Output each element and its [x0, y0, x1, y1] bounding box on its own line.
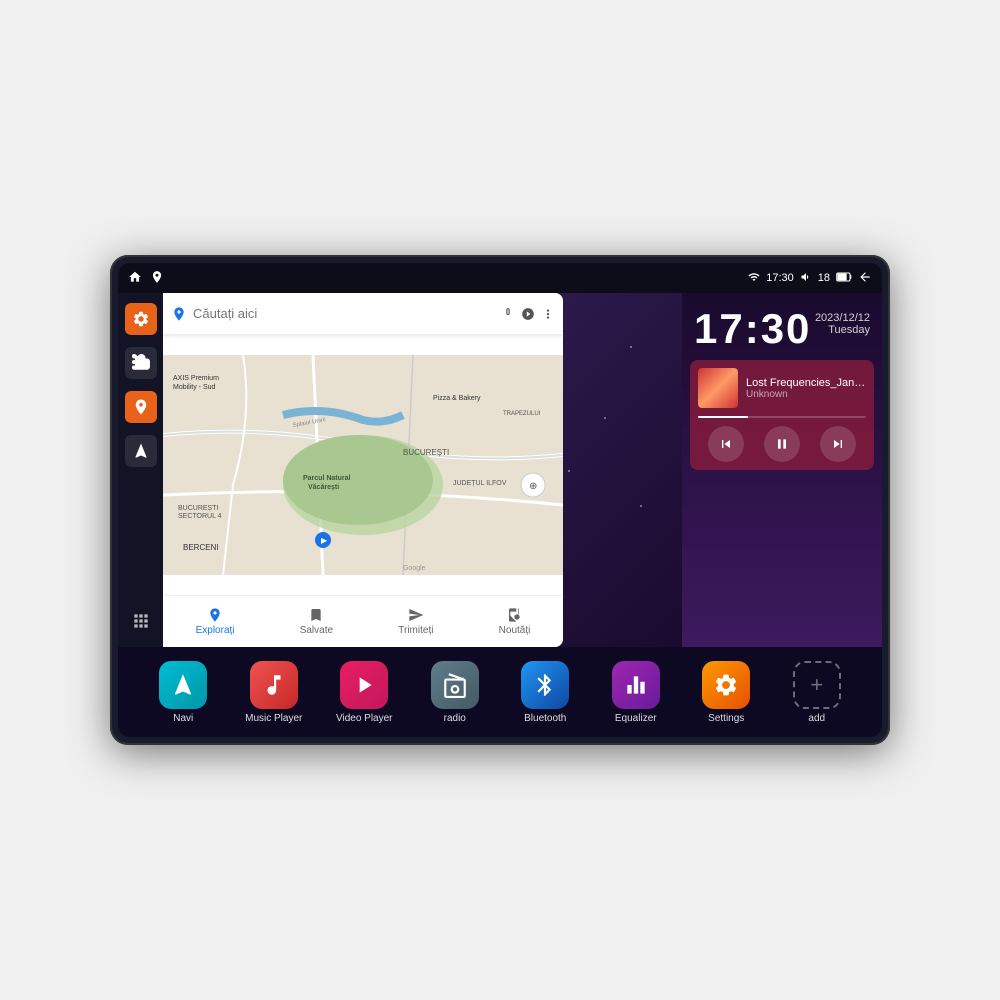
- left-sidebar: [118, 293, 163, 647]
- svg-text:Mobility - Sud: Mobility - Sud: [173, 384, 216, 391]
- map-area: AXIS Premium Mobility - Sud Pizza & Bake…: [163, 293, 682, 647]
- battery-icon: [836, 271, 852, 286]
- app-bluetooth[interactable]: Bluetooth: [515, 661, 575, 724]
- app-add-icon: +: [793, 661, 841, 709]
- svg-text:Parcul Natural: Parcul Natural: [303, 475, 351, 482]
- app-bluetooth-icon: [521, 661, 569, 709]
- google-maps-card: AXIS Premium Mobility - Sud Pizza & Bake…: [163, 293, 563, 647]
- map-bottom-bar: Explorați Salvate Trimiteți: [163, 595, 563, 647]
- clock-time: 17:30: [694, 308, 811, 350]
- album-art: [698, 368, 738, 408]
- map-search-input[interactable]: [193, 306, 495, 321]
- clock-date-weekday: Tuesday: [815, 324, 870, 336]
- svg-text:SECTORUL 4: SECTORUL 4: [178, 513, 222, 520]
- apps-grid-sidebar-button[interactable]: [125, 605, 157, 637]
- right-panel: 17:30 2023/12/12 Tuesday Lost Frequencie…: [682, 293, 882, 647]
- svg-text:TRAPEZULUI: TRAPEZULUI: [503, 411, 541, 417]
- app-settings-icon: [702, 661, 750, 709]
- music-info: Lost Frequencies_Janie... Unknown: [698, 368, 866, 408]
- music-controls: [698, 426, 866, 462]
- back-icon[interactable]: [858, 270, 872, 287]
- svg-text:BERCENI: BERCENI: [183, 543, 219, 552]
- app-equalizer-icon: [612, 661, 660, 709]
- home-icon[interactable]: [128, 270, 142, 287]
- app-video-player-icon: [340, 661, 388, 709]
- app-radio[interactable]: radio: [425, 661, 485, 724]
- status-time: 17:30: [766, 272, 794, 284]
- wifi-icon: [748, 271, 760, 286]
- app-music-player-icon: [250, 661, 298, 709]
- svg-text:Google: Google: [403, 565, 426, 572]
- app-radio-label: radio: [444, 713, 466, 724]
- app-add-label: add: [808, 713, 825, 724]
- music-text: Lost Frequencies_Janie... Unknown: [746, 377, 866, 400]
- clock-date-day: 2023/12/12: [815, 312, 870, 324]
- svg-text:⊕: ⊕: [529, 481, 537, 492]
- storage-sidebar-icon[interactable]: [125, 347, 157, 379]
- app-tray: Navi Music Player Video Player radio: [118, 647, 882, 737]
- app-video-player[interactable]: Video Player: [334, 661, 394, 724]
- svg-text:BUCUREȘTI: BUCUREȘTI: [178, 505, 219, 512]
- app-navi[interactable]: Navi: [153, 661, 213, 724]
- map-tab-saved[interactable]: Salvate: [300, 607, 333, 636]
- music-artist: Unknown: [746, 389, 866, 400]
- navigation-sidebar-icon[interactable]: [125, 435, 157, 467]
- app-music-player[interactable]: Music Player: [244, 661, 304, 724]
- status-right-icons: 17:30 18: [748, 270, 872, 287]
- map-sidebar-icon[interactable]: [125, 391, 157, 423]
- app-settings[interactable]: Settings: [696, 661, 756, 724]
- app-settings-label: Settings: [708, 713, 744, 724]
- clock-date: 2023/12/12 Tuesday: [815, 312, 870, 336]
- app-add[interactable]: + add: [787, 661, 847, 724]
- app-equalizer-label: Equalizer: [615, 713, 657, 724]
- app-navi-icon: [159, 661, 207, 709]
- svg-text:Pizza & Bakery: Pizza & Bakery: [433, 395, 481, 402]
- album-art-image: [698, 368, 738, 408]
- svg-text:Văcărești: Văcărești: [308, 484, 339, 491]
- svg-text:JUDEȚUL ILFOV: JUDEȚUL ILFOV: [453, 480, 507, 487]
- music-player-widget: Lost Frequencies_Janie... Unknown: [690, 360, 874, 470]
- clock-area: 17:30 2023/12/12 Tuesday: [682, 293, 882, 360]
- settings-sidebar-icon[interactable]: [125, 303, 157, 335]
- map-tab-explore-label: Explorați: [196, 625, 235, 636]
- app-radio-icon: [431, 661, 479, 709]
- status-bar: 17:30 18: [118, 263, 882, 293]
- music-title: Lost Frequencies_Janie...: [746, 377, 866, 389]
- music-progress-bar[interactable]: [698, 416, 866, 418]
- svg-text:BUCUREȘTI: BUCUREȘTI: [403, 448, 449, 457]
- center-content: AXIS Premium Mobility - Sud Pizza & Bake…: [163, 293, 682, 647]
- app-music-player-label: Music Player: [245, 713, 302, 724]
- map-container: AXIS Premium Mobility - Sud Pizza & Bake…: [163, 293, 682, 647]
- map-tab-share-label: Trimiteți: [398, 625, 433, 636]
- location-icon[interactable]: [150, 270, 164, 287]
- map-search-bar[interactable]: [163, 293, 563, 335]
- app-equalizer[interactable]: Equalizer: [606, 661, 666, 724]
- map-body: AXIS Premium Mobility - Sud Pizza & Bake…: [163, 335, 563, 595]
- map-svg: AXIS Premium Mobility - Sud Pizza & Bake…: [163, 335, 563, 595]
- map-tab-saved-label: Salvate: [300, 625, 333, 636]
- music-pause-button[interactable]: [764, 426, 800, 462]
- app-navi-label: Navi: [173, 713, 193, 724]
- map-tab-share[interactable]: Trimiteți: [398, 607, 433, 636]
- app-video-player-label: Video Player: [336, 713, 393, 724]
- device-screen: 17:30 18: [118, 263, 882, 737]
- svg-text:▶: ▶: [321, 536, 328, 545]
- map-tab-explore[interactable]: Explorați: [196, 607, 235, 636]
- app-bluetooth-label: Bluetooth: [524, 713, 566, 724]
- status-left-icons: [128, 270, 164, 287]
- music-next-button[interactable]: [820, 426, 856, 462]
- volume-icon: [800, 271, 812, 286]
- device-frame: 17:30 18: [110, 255, 890, 745]
- music-prev-button[interactable]: [708, 426, 744, 462]
- map-tab-news-label: Noutăți: [499, 625, 531, 636]
- main-area: AXIS Premium Mobility - Sud Pizza & Bake…: [118, 293, 882, 647]
- signal-strength: 18: [818, 272, 830, 284]
- map-tab-news[interactable]: Noutăți: [499, 607, 531, 636]
- music-progress-fill: [698, 416, 748, 418]
- svg-text:AXIS Premium: AXIS Premium: [173, 375, 219, 382]
